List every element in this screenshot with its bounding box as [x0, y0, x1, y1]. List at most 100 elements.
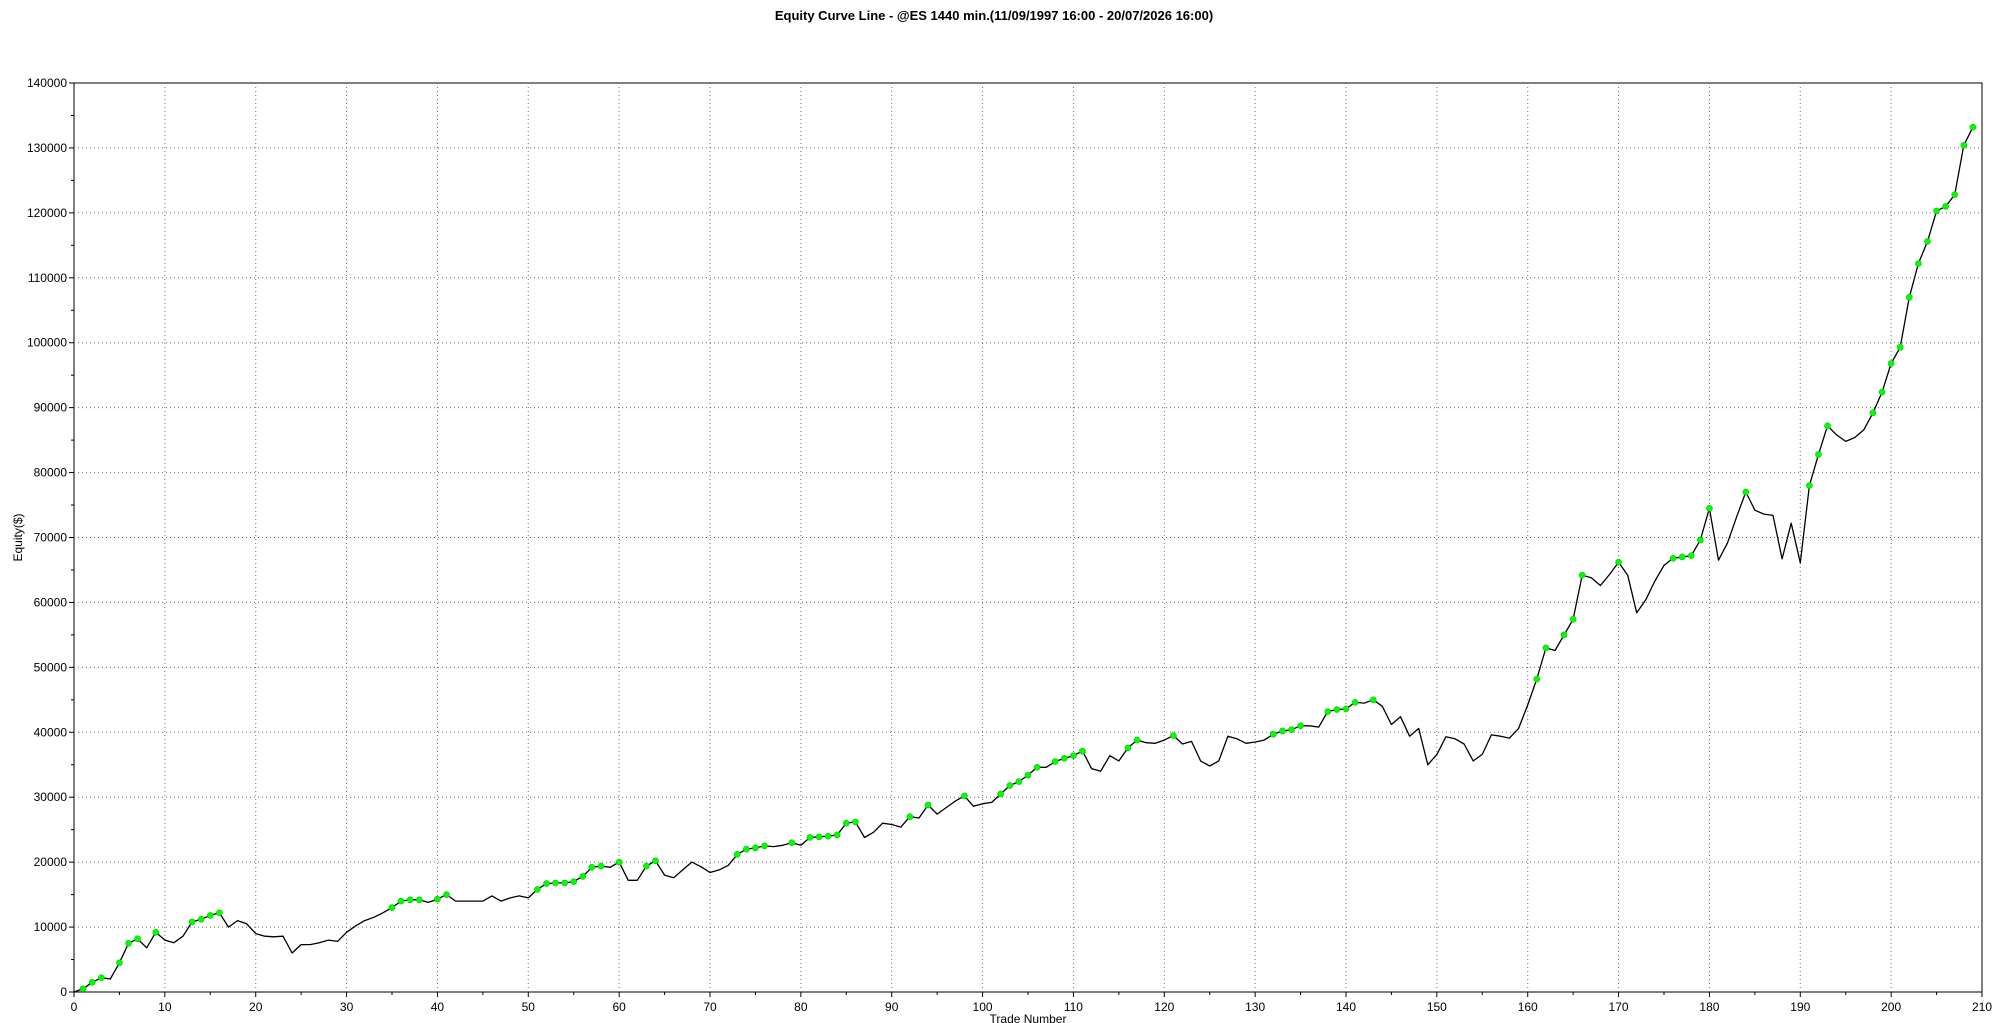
x-tick-label: 200 — [1881, 1000, 1901, 1014]
y-tick-label: 60000 — [34, 595, 68, 609]
data-point-marker — [415, 896, 423, 904]
data-point-marker — [1806, 482, 1813, 489]
plot-area: 0 10000 20000 30000 40000 50000 60000 70000 8000… — [27, 76, 1992, 1014]
data-point-marker — [134, 935, 141, 943]
data-point-marker — [125, 940, 132, 947]
x-tick-label: 140 — [1336, 1000, 1356, 1014]
x-tick-label: 70 — [703, 1000, 717, 1014]
data-point-marker — [1915, 260, 1922, 267]
data-point-marker — [197, 915, 205, 923]
y-tick-label: 140000 — [27, 76, 67, 90]
x-tick-label: 170 — [1609, 1000, 1629, 1014]
data-point-marker — [570, 878, 578, 885]
data-point-marker — [1742, 488, 1750, 496]
data-point-marker — [1887, 360, 1895, 367]
data-point-marker — [397, 897, 405, 905]
x-tick-label: 60 — [612, 1000, 626, 1014]
data-point-marker — [1933, 207, 1940, 215]
data-point-marker — [824, 832, 832, 840]
data-point-marker — [1006, 782, 1014, 789]
data-point-marker — [1869, 409, 1877, 417]
data-point-marker — [1824, 422, 1831, 430]
data-point-marker — [597, 862, 605, 870]
data-point-marker — [1351, 699, 1359, 706]
data-point-marker — [1815, 451, 1822, 458]
data-point-marker — [216, 909, 223, 917]
y-tick-label: 70000 — [34, 531, 68, 545]
x-tick-label: 190 — [1790, 1000, 1810, 1014]
data-point-marker — [152, 928, 160, 936]
y-tick-label: 30000 — [34, 790, 68, 804]
data-point-marker — [906, 813, 914, 820]
data-point-marker — [1297, 722, 1304, 730]
data-point-marker — [833, 831, 841, 839]
data-point-marker — [1070, 752, 1077, 759]
plot-frame — [73, 82, 1983, 993]
y-tick-label: 10000 — [34, 920, 68, 934]
data-point-marker — [924, 801, 932, 809]
x-tick-label: 30 — [340, 1000, 354, 1014]
y-tick-label: 50000 — [34, 660, 68, 674]
data-point-marker — [1560, 631, 1568, 639]
data-point-marker — [1542, 644, 1550, 652]
data-point-marker — [842, 819, 850, 827]
data-point-marker — [188, 918, 196, 926]
data-point-marker — [1124, 744, 1132, 752]
data-point-marker — [116, 959, 123, 967]
x-tick-label: 180 — [1699, 1000, 1719, 1014]
data-point-marker — [1960, 142, 1968, 149]
data-point-marker — [852, 818, 859, 826]
data-point-marker — [1170, 732, 1177, 739]
x-tick-label: 0 — [71, 1000, 78, 1014]
x-tick-label: 80 — [794, 1000, 808, 1014]
y-tick-label: 120000 — [27, 206, 67, 220]
data-point-marker — [643, 862, 650, 870]
data-point-marker — [1342, 705, 1350, 713]
x-tick-label: 10 — [158, 1000, 172, 1014]
data-point-marker — [761, 842, 768, 850]
data-point-marker — [1615, 558, 1622, 566]
y-tick-label: 0 — [60, 985, 67, 999]
x-tick-label: 20 — [249, 1000, 263, 1014]
data-point-marker — [1951, 191, 1959, 198]
data-point-marker — [1369, 696, 1377, 704]
data-point-marker — [1687, 552, 1695, 559]
data-point-marker — [534, 886, 541, 893]
data-point-marker — [1706, 504, 1713, 512]
x-tick-label: 90 — [885, 1000, 899, 1014]
data-point-marker — [1324, 708, 1332, 715]
data-point-marker — [652, 857, 659, 865]
data-point-marker — [1942, 203, 1949, 210]
data-point-marker — [97, 974, 105, 982]
x-axis-ticks: 0 10 20 30 40 50 60 70 80 90 100 110 120 130 140 150 160… — [71, 992, 1992, 1014]
data-point-marker — [615, 858, 623, 866]
chart-title: Equity Curve Line - @ES 1440 min.(11/09/… — [775, 8, 1213, 23]
y-tick-label: 130000 — [27, 141, 67, 155]
y-axis-ticks: 0 10000 20000 30000 40000 50000 60000 70000 8000… — [27, 76, 74, 999]
x-tick-label: 160 — [1518, 1000, 1538, 1014]
data-point-marker — [1896, 343, 1904, 351]
data-point-marker — [1578, 571, 1586, 579]
data-point-marker — [543, 880, 550, 887]
data-point-marker — [1333, 706, 1341, 713]
data-point-marker — [406, 896, 414, 904]
data-point-marker — [1906, 293, 1913, 301]
data-point-marker — [1969, 123, 1977, 131]
data-point-marker — [1279, 727, 1286, 735]
data-point-marker — [1569, 616, 1577, 623]
data-point-marker — [1270, 730, 1277, 738]
data-point-marker — [1061, 754, 1068, 762]
data-point-marker — [206, 912, 214, 919]
data-point-marker — [806, 834, 814, 841]
y-tick-label: 40000 — [34, 725, 68, 739]
x-tick-label: 150 — [1427, 1000, 1447, 1014]
data-point-marker — [997, 790, 1005, 798]
data-point-marker — [1697, 536, 1704, 544]
y-tick-label: 80000 — [34, 466, 68, 480]
data-point-marker — [1878, 388, 1886, 396]
data-point-marker — [388, 904, 396, 911]
data-point-marker — [443, 891, 450, 898]
data-point-marker — [79, 985, 87, 993]
x-tick-label: 40 — [431, 1000, 445, 1014]
data-point-marker — [752, 844, 759, 852]
